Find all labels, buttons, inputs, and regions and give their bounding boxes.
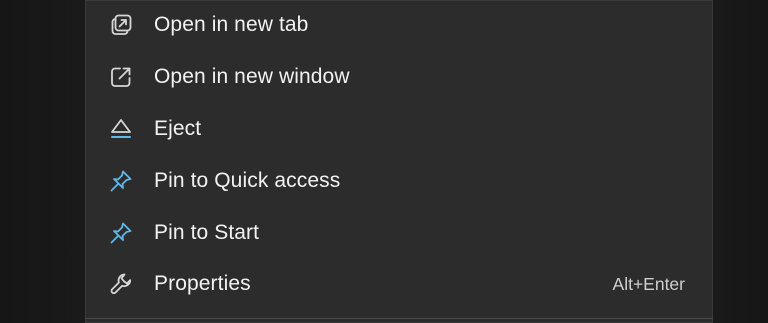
open-in-new-tab-icon	[107, 11, 135, 39]
menu-item-pin-to-quick-access[interactable]: Pin to Quick access	[93, 157, 701, 205]
eject-icon	[107, 115, 135, 143]
menu-item-open-in-new-tab[interactable]: Open in new tab	[93, 1, 701, 49]
context-menu: Open in new tab Open in new window Eject	[85, 0, 713, 323]
menu-item-label: Eject	[154, 117, 202, 140]
menu-item-label: Pin to Start	[154, 221, 260, 244]
menu-item-pin-to-start[interactable]: Pin to Start	[93, 209, 701, 257]
pin-icon	[107, 167, 135, 195]
open-in-new-window-icon	[107, 63, 135, 91]
wrench-icon	[107, 270, 135, 298]
menu-item-label: Open in new window	[154, 65, 350, 88]
menu-item-label: Open in new tab	[154, 13, 309, 36]
menu-item-open-in-new-window[interactable]: Open in new window	[93, 53, 701, 101]
menu-divider	[85, 318, 713, 319]
screen: Open in new tab Open in new window Eject	[0, 0, 768, 323]
pin-icon	[107, 219, 135, 247]
keyboard-shortcut: Alt+Enter	[612, 273, 685, 294]
menu-item-properties[interactable]: Properties Alt+Enter	[93, 260, 701, 308]
menu-item-eject[interactable]: Eject	[93, 105, 701, 153]
menu-item-label: Properties	[154, 272, 251, 295]
menu-item-label: Pin to Quick access	[154, 169, 341, 192]
